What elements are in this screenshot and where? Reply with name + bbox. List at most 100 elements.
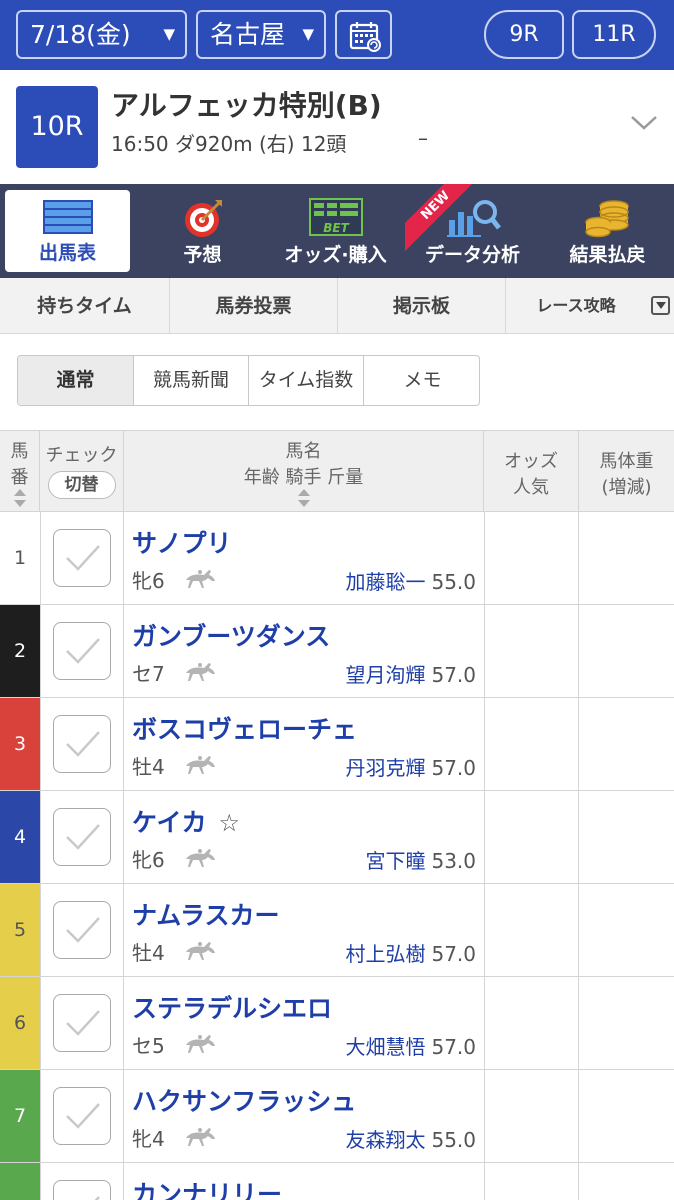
- tab-label: オッズ·購入: [284, 244, 387, 266]
- tab-label: 出馬表: [38, 242, 96, 264]
- table-header: 馬 番 チェック 切替 馬名 年齢 騎手 斤量 オッズ 人気 馬体重 (増減): [0, 430, 674, 512]
- tab-result-payout[interactable]: 結果払戻: [545, 184, 670, 278]
- check-box[interactable]: [53, 994, 111, 1052]
- sort-icon: [13, 489, 26, 507]
- table-row[interactable]: 3 ボスコヴェローチェ 牡4 丹羽克輝 57.0: [0, 698, 674, 791]
- horse-icon: [186, 663, 215, 681]
- jockey-name[interactable]: 加藤聡一: [345, 570, 425, 594]
- jockey-name[interactable]: 望月洵輝: [345, 663, 425, 687]
- tab-label: 結果払戻: [569, 244, 646, 266]
- check-box[interactable]: [53, 622, 111, 680]
- tab-odds-purchase[interactable]: BET オッズ·購入: [273, 184, 398, 278]
- jockey-weight: 村上弘樹 57.0: [345, 938, 476, 967]
- odds-cell: [484, 512, 579, 604]
- jockey-name[interactable]: 友森翔太: [345, 1128, 425, 1152]
- subtab-board[interactable]: 掲示板: [338, 278, 506, 334]
- tab-yoso[interactable]: 予想: [140, 184, 265, 278]
- table-row[interactable]: 7 ハクサンフラッシュ 牝4 友森翔太 55.0: [0, 1070, 674, 1163]
- horse-number: 6: [0, 977, 40, 1069]
- check-box[interactable]: [53, 1087, 111, 1145]
- header-odds[interactable]: オッズ 人気: [484, 431, 579, 511]
- toggle-button[interactable]: 切替: [47, 471, 116, 499]
- subtab-race-strategy[interactable]: レース攻略: [506, 278, 646, 334]
- horse-icon: [186, 570, 215, 588]
- carried-weight: 57.0: [431, 942, 476, 966]
- table-row[interactable]: 5 ナムラスカー 牡4 村上弘樹 57.0: [0, 884, 674, 977]
- check-box[interactable]: [53, 529, 111, 587]
- odds-cell: [484, 698, 579, 790]
- view-mode-memo[interactable]: メモ: [364, 356, 479, 405]
- check-box[interactable]: [53, 808, 111, 866]
- triangle-down-icon: ▼: [163, 25, 175, 43]
- triangle-down-icon: ▼: [302, 25, 314, 43]
- table-row[interactable]: 6 ステラデルシエロ セ5 大畑慧悟 57.0: [0, 977, 674, 1070]
- calendar-icon: [349, 22, 381, 52]
- table-row[interactable]: 8 カンナリリー: [0, 1163, 674, 1200]
- next-race-button[interactable]: 11R: [572, 10, 656, 59]
- jockey-weight: 丹羽克輝 57.0: [345, 752, 476, 781]
- header-body-weight[interactable]: 馬体重 (増減): [579, 431, 674, 511]
- checkmark-icon: [66, 824, 100, 850]
- venue-select[interactable]: 名古屋 ▼: [196, 10, 326, 59]
- chevron-down-icon[interactable]: [630, 114, 658, 132]
- check-cell: [40, 605, 124, 697]
- star-icon[interactable]: ☆: [219, 809, 241, 837]
- odds-cell: [484, 1163, 579, 1200]
- horse-name[interactable]: サノプリ: [132, 524, 232, 560]
- horse-icon: [186, 849, 215, 867]
- prev-race-button[interactable]: 9R: [484, 10, 564, 59]
- horse-name[interactable]: カンナリリー: [132, 1175, 282, 1200]
- header-horse-number[interactable]: 馬 番: [0, 431, 40, 511]
- table-row[interactable]: 1 サノプリ 牝6 加藤聡一 55.0: [0, 512, 674, 605]
- horse-name[interactable]: ハクサンフラッシュ: [132, 1082, 356, 1118]
- calendar-button[interactable]: [335, 10, 392, 59]
- check-cell: [40, 791, 124, 883]
- next-race-label: 11R: [592, 22, 636, 47]
- table-row[interactable]: 4 ケイカ ☆ 牝6 宮下瞳 53.0: [0, 791, 674, 884]
- tab-data-analysis[interactable]: NEW データ分析: [405, 184, 540, 278]
- horse-icon: [186, 756, 215, 774]
- horse-name[interactable]: ボスコヴェローチェ: [132, 710, 357, 746]
- horse-name[interactable]: ステラデルシエロ: [132, 989, 332, 1025]
- horse-age: 牡4: [132, 941, 165, 965]
- view-mode-selector: 通常 競馬新聞 タイム指数 メモ: [17, 355, 480, 406]
- checkmark-icon: [66, 638, 100, 664]
- horse-icon: [186, 1035, 215, 1053]
- carried-weight: 57.0: [431, 756, 476, 780]
- horse-number: 1: [0, 512, 40, 604]
- horse-icon: [186, 1128, 215, 1146]
- horse-name[interactable]: ケイカ ☆: [132, 803, 240, 839]
- table-row[interactable]: 2 ガンブーツダンス セ7 望月洵輝 57.0: [0, 605, 674, 698]
- check-box[interactable]: [53, 1180, 111, 1200]
- bet-board-icon: BET: [308, 198, 363, 236]
- jockey-name[interactable]: 大畑慧悟: [345, 1035, 425, 1059]
- checkmark-icon: [94, 1196, 100, 1200]
- view-mode-time-index[interactable]: タイム指数: [249, 356, 364, 405]
- check-cell: [40, 884, 124, 976]
- race-info: 16:50 ダ920m (右) 12頭: [111, 132, 347, 156]
- tab-shutsubahyo[interactable]: 出馬表: [5, 190, 130, 272]
- date-select[interactable]: 7/18(金) ▼: [16, 10, 187, 59]
- check-cell: [40, 977, 124, 1069]
- subtab-baken-vote[interactable]: 馬券投票: [170, 278, 338, 334]
- header-horse-name[interactable]: 馬名 年齢 騎手 斤量: [124, 431, 484, 511]
- view-mode-newspaper[interactable]: 競馬新聞: [134, 356, 249, 405]
- checkmark-icon: [66, 1010, 100, 1036]
- view-mode-normal[interactable]: 通常: [18, 356, 134, 405]
- horse-name[interactable]: ナムラスカー: [132, 896, 280, 932]
- horse-age: 牝6: [132, 848, 165, 872]
- sub-tab-bar: 持ちタイム 馬券投票 掲示板 レース攻略: [0, 278, 674, 334]
- jockey-name[interactable]: 丹羽克輝: [345, 756, 425, 780]
- check-box[interactable]: [53, 715, 111, 773]
- horse-name[interactable]: ガンブーツダンス: [132, 617, 330, 653]
- chart-search-icon: [446, 200, 501, 237]
- subtab-mochi-time[interactable]: 持ちタイム: [0, 278, 170, 334]
- dropdown-icon[interactable]: [651, 296, 670, 315]
- checkmark-icon: [66, 731, 100, 757]
- horse-age: 牡4: [132, 755, 165, 779]
- odds-cell: [484, 1070, 579, 1162]
- check-box[interactable]: [53, 901, 111, 959]
- jockey-name[interactable]: 村上弘樹: [345, 942, 425, 966]
- jockey-name[interactable]: 宮下瞳: [365, 849, 425, 873]
- race-header[interactable]: 10R アルフェッカ特別(B) 16:50 ダ920m (右) 12頭 –: [0, 70, 674, 184]
